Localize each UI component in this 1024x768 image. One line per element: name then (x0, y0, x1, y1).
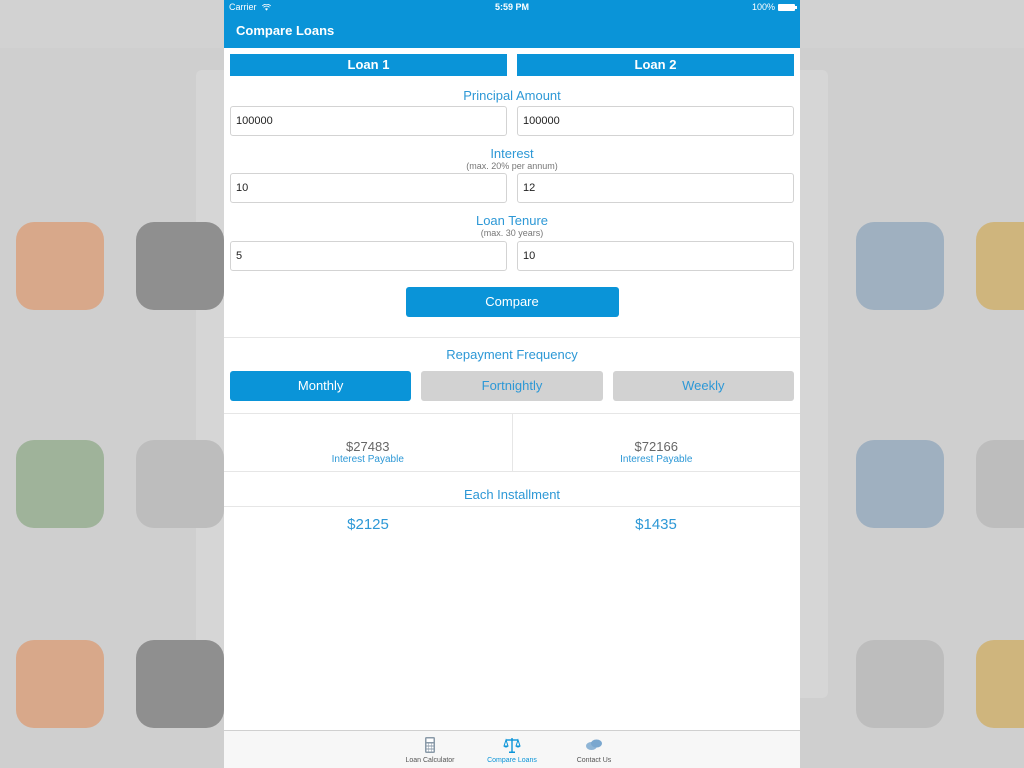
loan-headers: Loan 1 Loan 2 (224, 48, 800, 76)
loan-2-interest-payable: $72166 Interest Payable (511, 414, 801, 471)
tab-compare-loans[interactable]: Compare Loans (481, 731, 543, 768)
frequency-fortnightly-button[interactable]: Fortnightly (421, 371, 603, 401)
chat-bubbles-icon (586, 739, 602, 750)
tenure-subtitle: (max. 30 years) (480, 228, 544, 238)
background-app-tile (16, 640, 104, 728)
loan-1-interest-input[interactable]: 10 (230, 173, 507, 203)
page-title: Compare Loans (236, 23, 335, 38)
background-app-tile (136, 440, 224, 528)
principal-title: Principal Amount (463, 88, 561, 103)
compare-button[interactable]: Compare (405, 287, 619, 317)
battery-icon (778, 3, 797, 11)
repayment-frequency-title: Repayment Frequency (446, 347, 578, 362)
loan-2-interest-amount: $72166 (634, 439, 678, 454)
loan-1-interest-amount: $27483 (346, 439, 390, 454)
repayment-frequency-segmented: Monthly Fortnightly Weekly (224, 362, 800, 401)
scale-icon (503, 738, 521, 753)
background-app-tile (856, 640, 944, 728)
interest-title: Interest (490, 146, 534, 161)
background-app-tile (856, 222, 944, 310)
tab-loan-calculator-label: Loan Calculator (405, 757, 455, 764)
loan-1-header: Loan 1 (230, 54, 507, 76)
loan-1-principal-input[interactable]: 100000 (230, 106, 507, 136)
principal-row: 100000 100000 (224, 103, 800, 136)
status-battery: 100% (751, 2, 797, 12)
battery-percent: 100% (751, 2, 775, 12)
background-app-tile (976, 222, 1024, 310)
background-app-tile (976, 440, 1024, 528)
frequency-weekly-button[interactable]: Weekly (612, 371, 794, 401)
interest-subtitle: (max. 20% per annum) (466, 161, 558, 171)
tab-bar: Loan Calculator Compare Loans Contact Us (224, 730, 800, 768)
divider (224, 337, 800, 338)
background-app-tile (136, 222, 224, 310)
loan-1-interest-label: Interest Payable (331, 454, 404, 465)
background-app-tile (16, 440, 104, 528)
loan-2-interest-label: Interest Payable (620, 454, 693, 465)
installment-row: $2125 $1435 (224, 507, 800, 533)
tab-compare-loans-label: Compare Loans (487, 757, 537, 764)
nav-bar: Compare Loans (224, 14, 800, 48)
calculator-icon (425, 737, 435, 753)
frequency-monthly-button[interactable]: Monthly (230, 371, 412, 401)
tab-contact-us-label: Contact Us (576, 757, 612, 764)
tab-contact-us[interactable]: Contact Us (563, 731, 625, 768)
tenure-title: Loan Tenure (475, 213, 549, 228)
loan-2-principal-input[interactable]: 100000 (517, 106, 794, 136)
interest-row: 10 12 (224, 171, 800, 203)
loan-2-interest-input[interactable]: 12 (517, 173, 794, 203)
tab-loan-calculator[interactable]: Loan Calculator (399, 731, 461, 768)
interest-payable-row: $27483 Interest Payable $72166 Interest … (224, 413, 800, 472)
loan-2-tenure-input[interactable]: 10 (517, 241, 794, 271)
loan-1-installment: $2125 (347, 516, 389, 533)
tenure-row: 5 10 (224, 238, 800, 271)
loan-2-installment: $1435 (635, 516, 677, 533)
compare-wrap: Compare (224, 287, 800, 317)
loan-1-interest-payable: $27483 Interest Payable (224, 414, 512, 471)
background-app-tile (16, 222, 104, 310)
status-bar: Carrier 5:59 PM 100% (224, 0, 800, 14)
status-time: 5:59 PM (494, 2, 529, 12)
each-installment-title: Each Installment (224, 472, 800, 507)
background-app-tile (136, 640, 224, 728)
loan-2-header: Loan 2 (517, 54, 794, 76)
compare-loans-screen: Carrier 5:59 PM 100% Compare Loans Loan … (224, 0, 800, 768)
loan-1-tenure-input[interactable]: 5 (230, 241, 507, 271)
background-app-tile (976, 640, 1024, 728)
background-app-tile (856, 440, 944, 528)
